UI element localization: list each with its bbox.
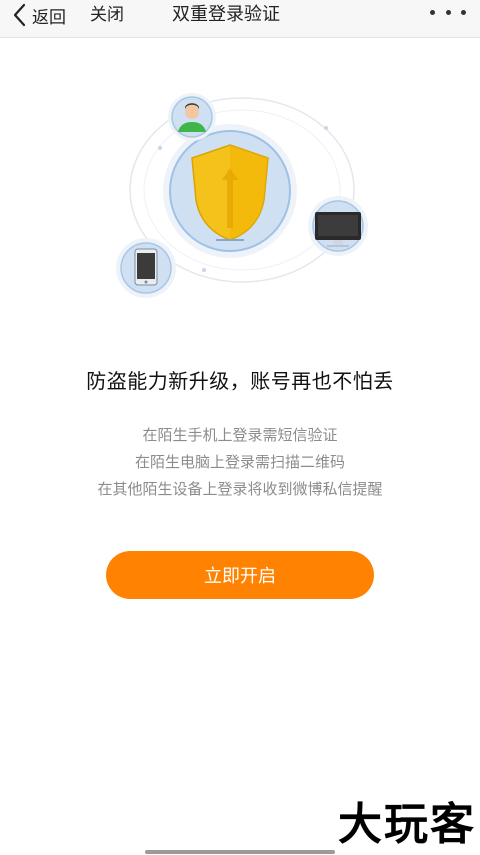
decor-dot: [324, 126, 328, 130]
dot: [430, 9, 435, 15]
user-avatar-icon: [168, 93, 216, 141]
decor-dot: [158, 146, 162, 150]
dot: [461, 9, 466, 15]
monitor-icon: [308, 196, 368, 256]
back-label: 返回: [32, 7, 66, 28]
phone-icon: [116, 238, 176, 298]
close-button[interactable]: 关闭: [90, 3, 124, 27]
dot: [445, 9, 451, 15]
security-illustration: [116, 93, 368, 298]
decor-dot: [202, 268, 206, 272]
watermark: 大玩客: [338, 799, 476, 850]
chevron-left-icon: [13, 3, 26, 27]
navbar: 返回 关闭 双重登录验证: [0, 0, 480, 38]
page-title: 双重登录验证: [172, 4, 280, 25]
home-indicator: [145, 850, 335, 854]
shield-icon: [163, 124, 297, 258]
description-line: 在陌生手机上登录需短信验证: [142, 426, 338, 444]
enable-now-button[interactable]: 立即开启: [106, 551, 374, 599]
headline: 防盗能力新升级，账号再也不怕丢: [86, 369, 394, 393]
description-line: 在陌生电脑上登录需扫描二维码: [134, 453, 345, 471]
back-button[interactable]: 返回: [10, 3, 66, 28]
description-line: 在其他陌生设备上登录将收到微博私信提醒: [97, 480, 383, 498]
more-dots-icon[interactable]: [430, 4, 466, 20]
